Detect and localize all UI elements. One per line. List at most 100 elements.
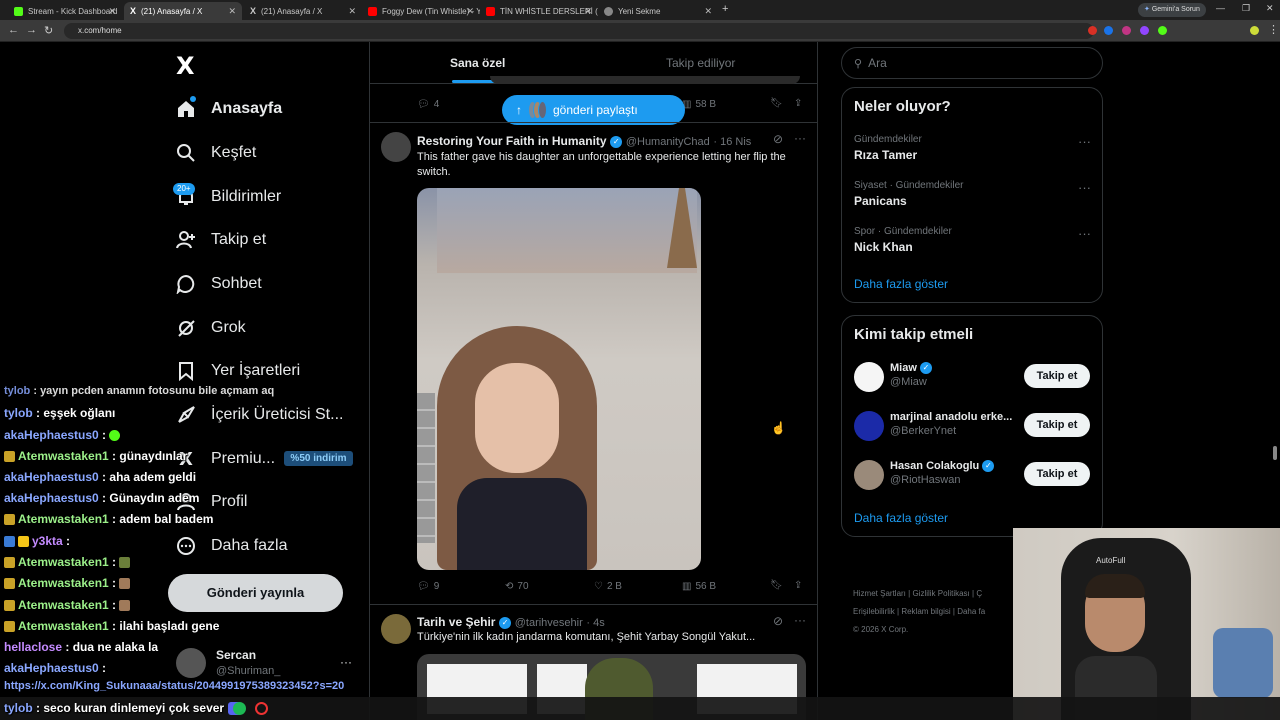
views-action[interactable]: ▥ 58 B <box>682 99 716 110</box>
new-tab-button[interactable]: + <box>722 3 728 15</box>
more-icon[interactable]: ··· <box>1078 134 1091 149</box>
chat-username[interactable]: tylob <box>4 406 33 420</box>
chat-username[interactable]: Atemwastaken1 <box>18 449 109 463</box>
nav-item-explore[interactable]: Keşfet <box>175 142 256 164</box>
search-input[interactable]: ⚲ Ara <box>841 47 1103 79</box>
chat-username[interactable]: akaHephaestus0 <box>4 491 99 505</box>
browser-tab[interactable]: TİN WHİSTLE DERSLERİ (B ✕ <box>480 2 598 20</box>
forward-icon[interactable]: → <box>26 24 37 36</box>
browser-tab[interactable]: Stream - Kick Dashboard ✕ <box>8 2 122 20</box>
nav-item-follow[interactable]: Takip et <box>175 229 266 251</box>
extension-icon[interactable] <box>1104 26 1113 35</box>
more-icon[interactable]: ··· <box>1078 180 1091 195</box>
url-field[interactable]: x.com/home <box>64 23 1094 39</box>
close-icon[interactable]: ✕ <box>704 6 712 17</box>
chat-username[interactable]: akaHephaestus0 <box>4 428 99 442</box>
show-more-link[interactable]: Daha fazla göster <box>854 511 948 525</box>
extension-icon[interactable] <box>1088 26 1097 35</box>
more-icon[interactable]: ··· <box>794 131 806 145</box>
post-button[interactable]: Gönderi yayınla <box>168 574 343 612</box>
grok-icon[interactable]: ⊘ <box>773 614 783 628</box>
browser-tab[interactable]: Yeni Sekme ✕ <box>598 2 718 20</box>
close-icon[interactable]: ✕ <box>348 6 356 17</box>
chat-username[interactable]: Atemwastaken1 <box>18 576 109 590</box>
footer-link[interactable]: Hizmet Şartları <box>853 589 906 598</box>
author-name[interactable]: Restoring Your Faith in Humanity <box>417 134 607 148</box>
profile-avatar-icon[interactable] <box>1250 26 1259 35</box>
footer-link[interactable]: Reklam bilgisi <box>901 607 950 616</box>
browser-tab[interactable]: Foggy Dew (Tin Whistle) - YouT✕ <box>362 2 480 20</box>
gemini-button[interactable]: ✦ Gemini'a Sorun <box>1138 3 1206 17</box>
share-action-icon[interactable]: ⇪ <box>794 98 802 109</box>
footer-link[interactable]: Ç <box>976 589 982 598</box>
scrollbar-thumb[interactable] <box>1273 446 1277 460</box>
more-icon[interactable]: ··· <box>794 613 806 627</box>
more-icon[interactable]: ··· <box>1078 226 1091 241</box>
tweet-date[interactable]: · 16 Nis <box>713 136 751 148</box>
avatar[interactable] <box>854 460 884 490</box>
chat-link[interactable]: https://x.com/King_Sukunaaa/status/20449… <box>4 680 344 692</box>
nav-item-more[interactable]: Daha fazla <box>175 535 288 557</box>
follow-button[interactable]: Takip et <box>1024 364 1090 388</box>
retweet-action[interactable]: ⟲ 70 <box>505 581 529 592</box>
chat-username[interactable]: hellaclose <box>4 640 62 654</box>
reply-action[interactable]: 💬︎ 9 <box>417 581 439 592</box>
follow-button[interactable]: Takip et <box>1024 462 1090 486</box>
footer-link[interactable]: Erişilebilirlik <box>853 607 895 616</box>
close-icon[interactable]: ✕ <box>466 6 474 17</box>
chat-username[interactable]: Atemwastaken1 <box>18 555 109 569</box>
obs-icon[interactable] <box>255 702 268 715</box>
tweet-date[interactable]: · 4s <box>586 617 604 629</box>
new-posts-pill[interactable]: ↑ gönderi paylaştı <box>502 95 685 125</box>
tweet-video[interactable] <box>417 188 701 570</box>
chat-username[interactable]: Atemwastaken1 <box>18 512 109 526</box>
nav-item-chat[interactable]: Sohbet <box>175 273 262 295</box>
author-name[interactable]: Tarih ve Şehir <box>417 615 495 629</box>
show-more-link[interactable]: Daha fazla göster <box>854 277 948 291</box>
chat-username[interactable]: akaHephaestus0 <box>4 661 99 675</box>
extension-icon[interactable] <box>1158 26 1167 35</box>
chat-username[interactable]: tylob <box>4 385 30 397</box>
avatar[interactable] <box>381 132 411 162</box>
spotify-icon[interactable] <box>233 702 246 715</box>
avatar[interactable] <box>854 411 884 441</box>
chat-username[interactable]: tylob <box>4 701 33 715</box>
close-icon[interactable]: ✕ <box>228 6 236 17</box>
nav-item-creator-studio[interactable]: İçerik Üreticisi St... <box>175 404 343 426</box>
footer-link[interactable]: Daha fa <box>957 607 985 616</box>
browser-tab[interactable]: X (21) Anasayfa / X ✕ <box>244 2 362 20</box>
browser-tab-active[interactable]: X (21) Anasayfa / X ✕ <box>124 2 242 20</box>
extension-icon[interactable] <box>1140 26 1149 35</box>
close-window-icon[interactable]: ✕ <box>1266 3 1274 14</box>
menu-icon[interactable]: ⋮ <box>1268 23 1279 36</box>
nav-item-grok[interactable]: Grok <box>175 317 246 339</box>
footer-link[interactable]: Gizlilik Politikası <box>912 589 969 598</box>
author-handle[interactable]: @tarihvesehir <box>515 617 583 629</box>
chat-username[interactable]: akaHephaestus0 <box>4 470 99 484</box>
minimize-icon[interactable]: — <box>1216 3 1225 13</box>
like-action[interactable]: ♡ 2 B <box>594 581 622 592</box>
suggestion-item[interactable]: marjinal anadolu erke... @BerkerYnet <box>890 411 1012 437</box>
x-logo[interactable]: X <box>176 52 195 80</box>
bookmark-action-icon[interactable]: 🔖︎ <box>770 98 783 109</box>
avatar[interactable] <box>854 362 884 392</box>
trend-item[interactable]: Spor · Gündemdekiler Nick Khan <box>854 226 952 254</box>
nav-item-premium[interactable]: X Premiu... <box>175 448 275 470</box>
chat-username[interactable]: y3kta <box>32 534 63 548</box>
author-handle[interactable]: @HumanityChad <box>626 136 710 148</box>
reload-icon[interactable]: ↻ <box>44 24 53 37</box>
back-icon[interactable]: ← <box>8 24 19 36</box>
tab-for-you[interactable]: Sana özel <box>450 56 505 70</box>
tab-following[interactable]: Takip ediliyor <box>666 56 735 70</box>
chat-username[interactable]: Atemwastaken1 <box>18 598 109 612</box>
close-icon[interactable]: ✕ <box>584 6 592 17</box>
close-icon[interactable]: ✕ <box>108 6 116 17</box>
account-avatar[interactable] <box>176 648 206 678</box>
share-action-icon[interactable]: ⇪ <box>794 580 802 591</box>
extension-icon[interactable] <box>1122 26 1131 35</box>
account-more-icon[interactable]: ··· <box>340 655 352 669</box>
follow-button[interactable]: Takip et <box>1024 413 1090 437</box>
maximize-icon[interactable]: ❐ <box>1242 3 1250 14</box>
bookmark-action-icon[interactable]: 🔖︎ <box>770 580 783 591</box>
trend-item[interactable]: Gündemdekiler Rıza Tamer <box>854 134 922 162</box>
